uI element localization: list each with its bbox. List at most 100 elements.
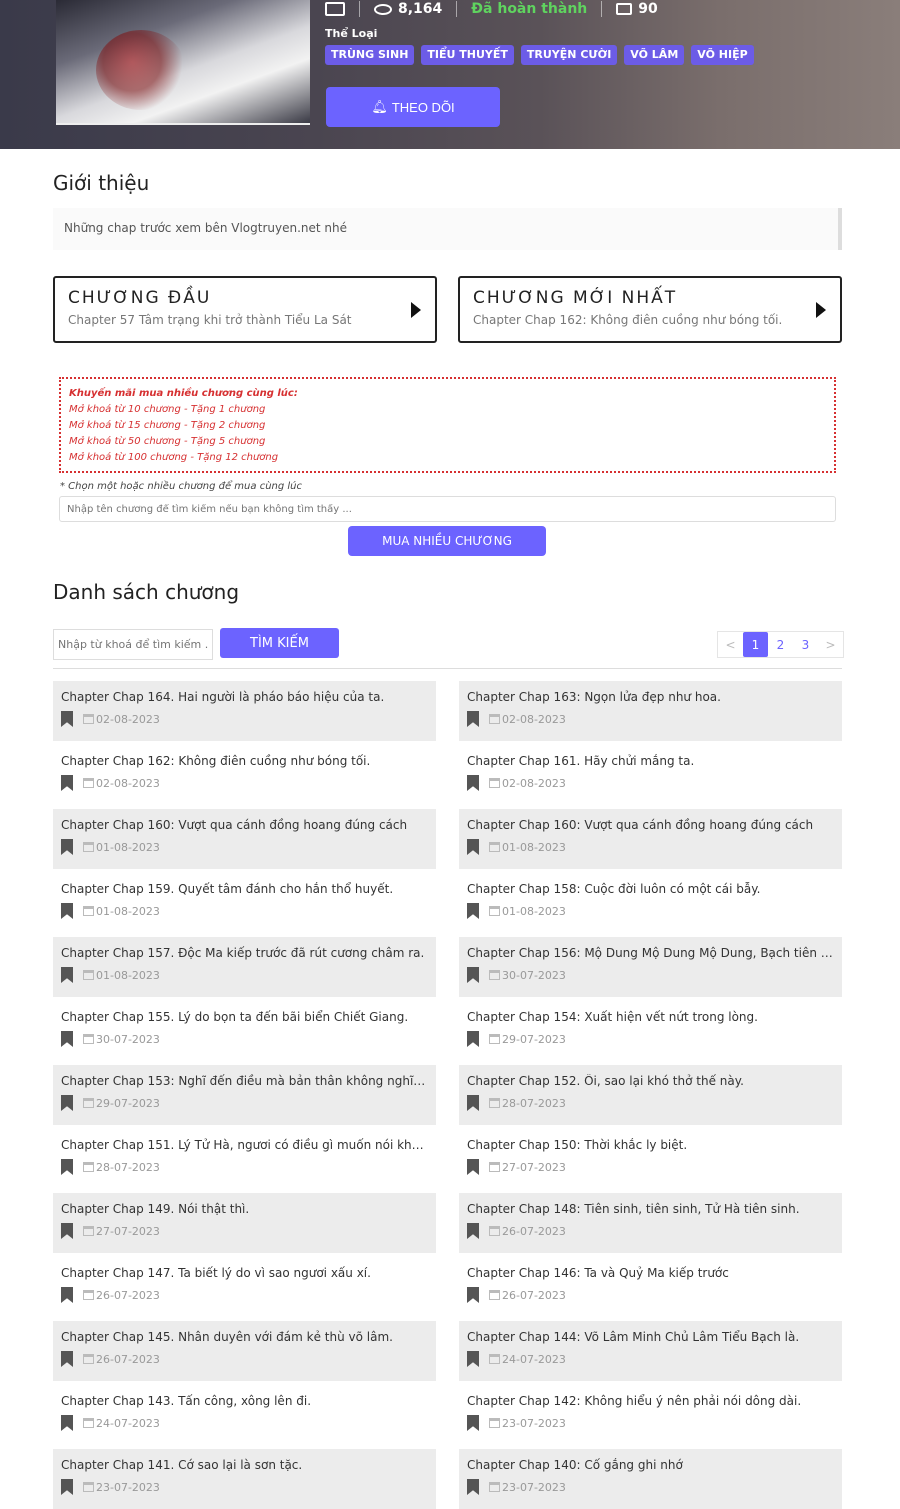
bookmark-icon[interactable] (467, 711, 479, 727)
chapter-row[interactable]: Chapter Chap 144: Võ Lâm Minh Chủ Lâm Ti… (459, 1321, 842, 1381)
bookmark-icon[interactable] (467, 1479, 479, 1495)
bookmark-icon[interactable] (467, 1351, 479, 1367)
bookmark-icon[interactable] (467, 1415, 479, 1431)
genre-tag[interactable]: VÕ HIỆP (691, 45, 754, 65)
bookmark-icon[interactable] (467, 1159, 479, 1175)
genre-tag[interactable]: TRÙNG SINH (325, 45, 415, 65)
chapter-title[interactable]: Chapter Chap 159. Quyết tâm đánh cho hắn… (61, 882, 428, 896)
bookmark-icon[interactable] (467, 1031, 479, 1047)
chapter-title[interactable]: Chapter Chap 152. Ôi, sao lại khó thở th… (467, 1074, 834, 1088)
chapter-date-text: 02-08-2023 (502, 776, 566, 790)
chapter-row[interactable]: Chapter Chap 156: Mộ Dung Mộ Dung Mộ Dun… (459, 937, 842, 997)
chapter-row[interactable]: Chapter Chap 145. Nhân duyên với đám kẻ … (53, 1321, 436, 1381)
chapter-title[interactable]: Chapter Chap 143. Tấn công, xông lên đi. (61, 1394, 428, 1408)
bookmark-icon[interactable] (61, 1287, 73, 1303)
chapter-title[interactable]: Chapter Chap 147. Ta biết lý do vì sao n… (61, 1266, 428, 1280)
chapter-title[interactable]: Chapter Chap 158: Cuộc đời luôn có một c… (467, 882, 834, 896)
bookmark-icon[interactable] (467, 1287, 479, 1303)
chapter-title[interactable]: Chapter Chap 155. Lý do bọn ta đến bãi b… (61, 1010, 428, 1024)
bookmark-icon[interactable] (467, 903, 479, 919)
chapter-row[interactable]: Chapter Chap 141. Cớ sao lại là sơn tặc.… (53, 1449, 436, 1509)
bookmark-icon[interactable] (61, 1351, 73, 1367)
follow-button[interactable]: 🔔︎ THEO DÕI (326, 87, 500, 127)
chapter-row[interactable]: Chapter Chap 147. Ta biết lý do vì sao n… (53, 1257, 436, 1317)
bookmark-icon[interactable] (61, 839, 73, 855)
chapter-row[interactable]: Chapter Chap 157. Độc Ma kiếp trước đã r… (53, 937, 436, 997)
chapter-row[interactable]: Chapter Chap 160: Vượt qua cánh đồng hoa… (53, 809, 436, 869)
chapter-title[interactable]: Chapter Chap 145. Nhân duyên với đám kẻ … (61, 1330, 428, 1344)
chapter-row[interactable]: Chapter Chap 162: Không điên cuồng như b… (53, 745, 436, 805)
chapter-row[interactable]: Chapter Chap 163: Ngọn lửa đẹp như hoa. 0… (459, 681, 842, 741)
chapter-row[interactable]: Chapter Chap 160: Vượt qua cánh đồng hoa… (459, 809, 842, 869)
chapter-row[interactable]: Chapter Chap 151. Lý Tử Hà, ngươi có điề… (53, 1129, 436, 1189)
bookmark-icon[interactable] (61, 1223, 73, 1239)
chapter-title[interactable]: Chapter Chap 146: Ta và Quỷ Ma kiếp trướ… (467, 1266, 834, 1280)
chapter-row[interactable]: Chapter Chap 140: Cố gắng ghi nhớ 23-07-2… (459, 1449, 842, 1509)
chapter-title[interactable]: Chapter Chap 140: Cố gắng ghi nhớ (467, 1458, 834, 1472)
chapter-title[interactable]: Chapter Chap 160: Vượt qua cánh đồng hoa… (467, 818, 834, 832)
chapter-row[interactable]: Chapter Chap 153: Nghĩ đến điều mà bản t… (53, 1065, 436, 1125)
chapter-title[interactable]: Chapter Chap 151. Lý Tử Hà, ngươi có điề… (61, 1138, 428, 1152)
chapter-date-text: 23-07-2023 (502, 1416, 566, 1430)
chapter-title[interactable]: Chapter Chap 157. Độc Ma kiếp trước đã r… (61, 946, 428, 960)
bookmark-icon[interactable] (467, 775, 479, 791)
chapter-title[interactable]: Chapter Chap 161. Hãy chửi mắng ta. (467, 754, 834, 768)
bookmark-icon[interactable] (467, 1223, 479, 1239)
chapter-title[interactable]: Chapter Chap 162: Không điên cuồng như b… (61, 754, 428, 768)
bookmark-icon[interactable] (61, 1479, 73, 1495)
pager-page[interactable]: 2 (768, 632, 793, 657)
bookmark-icon[interactable] (467, 839, 479, 855)
chapter-title[interactable]: Chapter Chap 141. Cớ sao lại là sơn tặc. (61, 1458, 428, 1472)
bookmark-icon[interactable] (61, 1159, 73, 1175)
bookmark-icon[interactable] (61, 1415, 73, 1431)
chapter-title[interactable]: Chapter Chap 164. Hai người là pháo báo … (61, 690, 428, 704)
buy-multiple-button[interactable]: MUA NHIỀU CHƯƠNG (348, 526, 546, 556)
chapter-title[interactable]: Chapter Chap 153: Nghĩ đến điều mà bản t… (61, 1074, 428, 1088)
chapter-row[interactable]: Chapter Chap 149. Nói thật thì. 27-07-202… (53, 1193, 436, 1253)
chapter-row[interactable]: Chapter Chap 150: Thời khắc ly biệt. 27-0… (459, 1129, 842, 1189)
chapter-title[interactable]: Chapter Chap 144: Võ Lâm Minh Chủ Lâm Ti… (467, 1330, 834, 1344)
chapter-title[interactable]: Chapter Chap 160: Vượt qua cánh đồng hoa… (61, 818, 428, 832)
chapter-row[interactable]: Chapter Chap 159. Quyết tâm đánh cho hắn… (53, 873, 436, 933)
chapter-date-text: 26-07-2023 (502, 1224, 566, 1238)
keyword-search-input[interactable] (53, 629, 213, 660)
chapter-title[interactable]: Chapter Chap 154: Xuất hiện vết nứt tron… (467, 1010, 834, 1024)
search-button[interactable]: TÌM KIẾM (220, 628, 339, 658)
chapter-title[interactable]: Chapter Chap 163: Ngọn lửa đẹp như hoa. (467, 690, 834, 704)
chapter-row[interactable]: Chapter Chap 148: Tiên sinh, tiên sinh, … (459, 1193, 842, 1253)
pager-next[interactable]: > (818, 632, 843, 657)
pager-prev[interactable]: < (718, 632, 743, 657)
bookmark-icon[interactable] (61, 903, 73, 919)
chapter-row[interactable]: Chapter Chap 143. Tấn công, xông lên đi.… (53, 1385, 436, 1445)
bookmark-icon[interactable] (61, 1031, 73, 1047)
chapter-row[interactable]: Chapter Chap 146: Ta và Quỷ Ma kiếp trướ… (459, 1257, 842, 1317)
chapter-row[interactable]: Chapter Chap 158: Cuộc đời luôn có một c… (459, 873, 842, 933)
chapter-row[interactable]: Chapter Chap 164. Hai người là pháo báo … (53, 681, 436, 741)
genre-tag[interactable]: TIỂU THUYẾT (421, 45, 514, 65)
chapter-search-input[interactable] (59, 496, 836, 522)
bookmark-icon[interactable] (467, 1095, 479, 1111)
chapter-row[interactable]: Chapter Chap 161. Hãy chửi mắng ta. 02-08… (459, 745, 842, 805)
chapter-title[interactable]: Chapter Chap 156: Mộ Dung Mộ Dung Mộ Dun… (467, 946, 834, 960)
pager-page[interactable]: 3 (793, 632, 818, 657)
bookmark-icon[interactable] (61, 967, 73, 983)
pager-page[interactable]: 1 (743, 632, 768, 657)
genre-tag[interactable]: TRUYỆN CƯỜI (520, 45, 618, 65)
genre-tag[interactable]: VÕ LÂM (624, 45, 685, 65)
bookmark-icon[interactable] (467, 967, 479, 983)
bookmark-icon[interactable] (61, 1095, 73, 1111)
chapter-title[interactable]: Chapter Chap 150: Thời khắc ly biệt. (467, 1138, 834, 1152)
calendar-icon (83, 1481, 94, 1492)
bookmark-icon[interactable] (61, 775, 73, 791)
chapter-row[interactable]: Chapter Chap 152. Ôi, sao lại khó thở th… (459, 1065, 842, 1125)
chapter-row[interactable]: Chapter Chap 154: Xuất hiện vết nứt tron… (459, 1001, 842, 1061)
chapter-date-text: 01-08-2023 (502, 904, 566, 918)
bookmark-icon[interactable] (61, 711, 73, 727)
first-chapter-button[interactable]: CHƯƠNG ĐẦU Chapter 57 Tâm trạng khi trở … (53, 276, 437, 343)
chapter-title[interactable]: Chapter Chap 142: Không hiểu ý nên phải … (467, 1394, 834, 1408)
chapter-row[interactable]: Chapter Chap 142: Không hiểu ý nên phải … (459, 1385, 842, 1445)
chapter-title[interactable]: Chapter Chap 149. Nói thật thì. (61, 1202, 428, 1216)
chapter-title[interactable]: Chapter Chap 148: Tiên sinh, tiên sinh, … (467, 1202, 834, 1216)
latest-chapter-button[interactable]: CHƯƠNG MỚI NHẤT Chapter Chap 162: Không … (458, 276, 842, 343)
chapter-row[interactable]: Chapter Chap 155. Lý do bọn ta đến bãi b… (53, 1001, 436, 1061)
